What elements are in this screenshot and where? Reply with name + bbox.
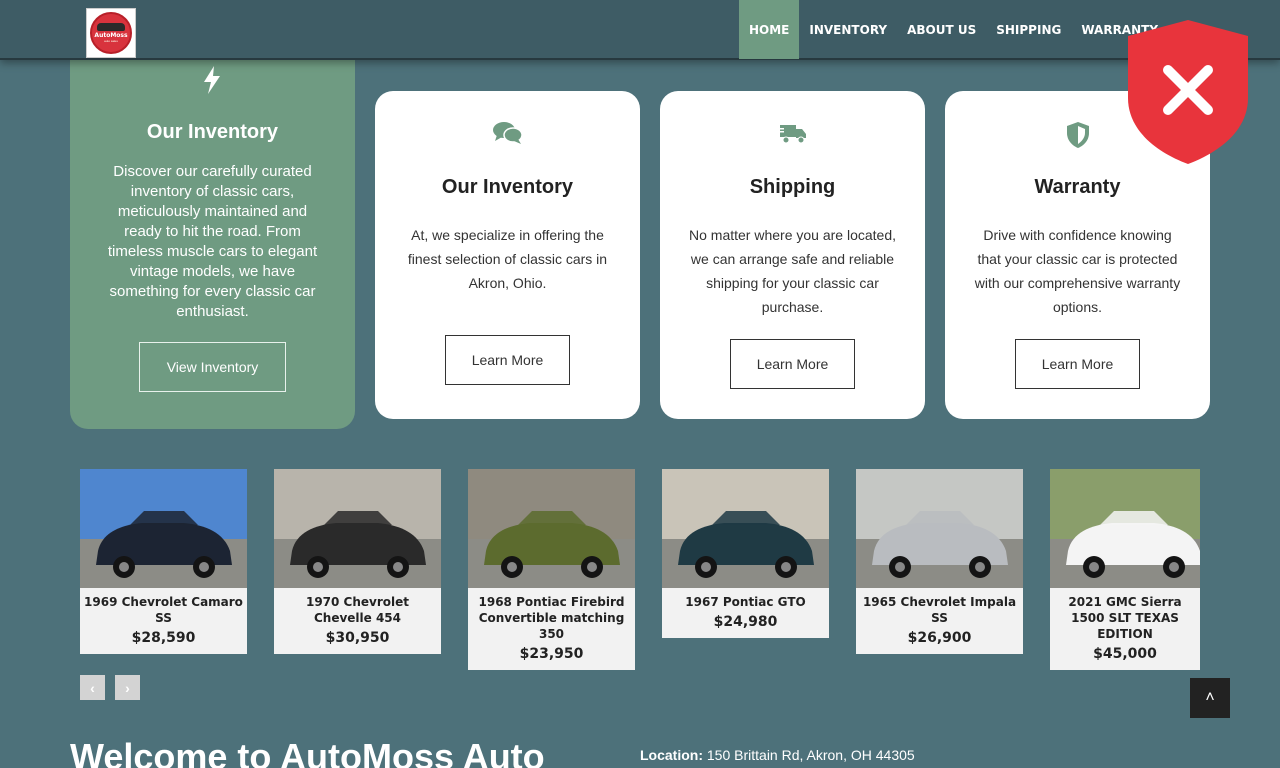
- location-label: Location:: [640, 747, 703, 763]
- car-photo[interactable]: [274, 469, 441, 588]
- inventory-card-title: Our Inventory: [441, 176, 574, 198]
- car-name[interactable]: 1965 Chevrolet Impala SS: [856, 588, 1023, 626]
- warranty-learn-more-button[interactable]: Learn More: [1015, 339, 1140, 389]
- car-name[interactable]: 1969 Chevrolet Camaro SS: [80, 588, 247, 626]
- bolt-icon: [204, 66, 220, 94]
- inventory-card: Our Inventory At, we specialize in offer…: [375, 91, 640, 419]
- inventory-learn-more-button[interactable]: Learn More: [445, 335, 570, 385]
- site-header: AutoMoss auto sales HOME INVENTORY ABOUT…: [0, 0, 1280, 60]
- view-inventory-button[interactable]: View Inventory: [139, 342, 286, 392]
- scroll-to-top-button[interactable]: ˄: [1190, 678, 1230, 718]
- automoss-logo[interactable]: AutoMoss auto sales: [86, 8, 136, 58]
- car-price: $28,590: [131, 630, 196, 646]
- nav-about-us[interactable]: ABOUT US: [897, 0, 986, 59]
- carousel-next-button[interactable]: ›: [115, 675, 140, 700]
- car-price: $45,000: [1093, 646, 1157, 662]
- car-listing-card[interactable]: 1967 Pontiac GTO $24,980: [662, 469, 829, 638]
- car-listing-card[interactable]: 1970 Chevrolet Chevelle 454 $30,950: [274, 469, 441, 654]
- warranty-card-title: Warranty: [1034, 176, 1121, 198]
- car-listing-card[interactable]: 2021 GMC Sierra 1500 SLT TEXAS EDITION $4…: [1050, 469, 1200, 670]
- carousel-prev-button[interactable]: ‹: [80, 675, 105, 700]
- truck-icon: [660, 121, 925, 151]
- car-price: $23,950: [519, 646, 584, 662]
- logo-text: AutoMoss: [94, 32, 128, 39]
- car-name[interactable]: 1968 Pontiac Firebird Convertible matchi…: [468, 588, 635, 642]
- location-value: 150 Brittain Rd, Akron, OH 44305: [706, 747, 915, 763]
- logo-car-icon: [97, 23, 125, 31]
- nav-shipping[interactable]: SHIPPING: [986, 0, 1071, 59]
- shipping-card-title: Shipping: [749, 176, 836, 198]
- logo-subtext: auto sales: [104, 39, 118, 43]
- inventory-highlight-card: Our Inventory Discover our carefully cur…: [70, 50, 355, 429]
- car-listing-card[interactable]: 1969 Chevrolet Camaro SS $28,590: [80, 469, 247, 654]
- inventory-card-text: At, we specialize in offering the finest…: [407, 227, 608, 291]
- car-photo[interactable]: [468, 469, 635, 588]
- shipping-learn-more-button[interactable]: Learn More: [730, 339, 855, 389]
- warranty-card-text: Drive with confidence knowing that your …: [974, 227, 1181, 315]
- car-photo[interactable]: [80, 469, 247, 588]
- location-line: Location: 150 Brittain Rd, Akron, OH 443…: [640, 747, 915, 763]
- shipping-card: Shipping No matter where you are located…: [660, 91, 925, 419]
- car-price: $30,950: [325, 630, 390, 646]
- car-price: $26,900: [907, 630, 972, 646]
- inventory-highlight-title: Our Inventory: [146, 121, 279, 143]
- car-photo[interactable]: [856, 469, 1023, 588]
- car-name[interactable]: 1967 Pontiac GTO: [662, 588, 829, 610]
- comments-icon: [375, 121, 640, 151]
- nav-inventory[interactable]: INVENTORY: [799, 0, 897, 59]
- car-name[interactable]: 2021 GMC Sierra 1500 SLT TEXAS EDITION: [1050, 588, 1200, 642]
- welcome-heading: Welcome to AutoMoss Auto: [70, 736, 545, 768]
- car-photo[interactable]: [1050, 469, 1200, 588]
- car-photo[interactable]: [662, 469, 829, 588]
- inventory-highlight-text: Discover our carefully curated inventory…: [107, 163, 318, 320]
- logo-badge: AutoMoss auto sales: [90, 12, 132, 54]
- car-price: $24,980: [713, 614, 778, 630]
- shipping-card-text: No matter where you are located, we can …: [689, 227, 896, 315]
- car-listing-card[interactable]: 1968 Pontiac Firebird Convertible matchi…: [468, 469, 635, 670]
- car-listing-card[interactable]: 1965 Chevrolet Impala SS $26,900: [856, 469, 1023, 654]
- red-shield-x-icon[interactable]: [1124, 18, 1252, 166]
- car-name[interactable]: 1970 Chevrolet Chevelle 454: [274, 588, 441, 626]
- nav-home[interactable]: HOME: [739, 0, 800, 59]
